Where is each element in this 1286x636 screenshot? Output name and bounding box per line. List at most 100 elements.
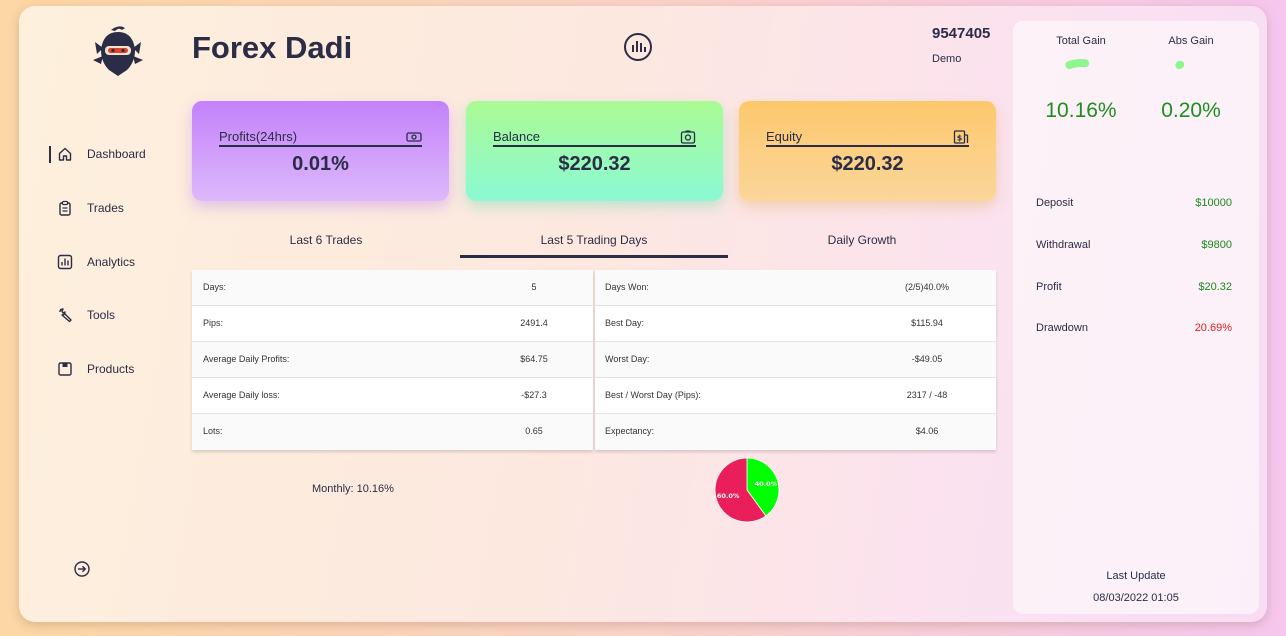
card-label: Balance (493, 129, 540, 144)
table-row: Lots: 0.65 (192, 414, 593, 450)
row-value: $4.06 (915, 426, 939, 436)
table-row: Best Day: $115.94 (595, 306, 996, 342)
row-label: Days: (203, 282, 227, 292)
card-label: Equity (766, 129, 803, 144)
sidebar-item-analytics[interactable]: Analytics (57, 250, 177, 274)
sidebar-item-dashboard[interactable]: Dashboard (49, 142, 169, 166)
cash-icon (406, 131, 422, 142)
stat-value: $9800 (1201, 239, 1232, 251)
tab-last-5-trading-days[interactable]: Last 5 Trading Days (460, 224, 728, 258)
stat-label: Deposit (1036, 197, 1074, 209)
stats-table-right: Days Won: (2/5)40.0% Best Day: $115.94 Wor… (595, 270, 996, 450)
account-number: 9547405 (932, 25, 991, 42)
account-type: Demo (932, 53, 962, 65)
card-label: Profits(24hrs) (219, 129, 298, 144)
sidebar-item-tools[interactable]: Tools (57, 303, 177, 327)
card-header: Equity $ (766, 129, 969, 147)
sidebar-item-trades[interactable]: Trades (57, 196, 177, 220)
stat-value: 20.69% (1194, 322, 1232, 334)
row-label: Average Daily Profits: (203, 354, 290, 364)
row-label: Lots: (203, 426, 223, 436)
row-value: -$27.3 (521, 390, 547, 400)
card-value: $220.32 (558, 153, 631, 175)
chart-toggle-icon[interactable] (623, 32, 653, 62)
profits-card: Profits(24hrs) 0.01% (192, 101, 449, 201)
active-indicator (49, 145, 51, 163)
row-value: $64.75 (520, 354, 548, 364)
days-won-pie-chart: 40.0% 60.0% (714, 457, 780, 523)
card-header: Balance (493, 129, 696, 147)
stat-value: $10000 (1195, 197, 1232, 209)
stat-label: Profit (1036, 281, 1062, 293)
table-row: Average Daily Profits: $64.75 (192, 342, 593, 378)
last-update-value: 08/03/2022 01:05 (1093, 592, 1179, 604)
stat-deposit: Deposit $10000 (1036, 197, 1232, 209)
row-value: 5 (531, 282, 537, 292)
tools-icon (59, 308, 72, 323)
pie-slice-label: 60.0% (717, 492, 740, 500)
row-label: Expectancy: (605, 426, 655, 436)
clipboard-icon (59, 200, 71, 216)
balance-card: Balance $220.32 (466, 101, 723, 201)
card-value: 0.01% (292, 153, 349, 175)
summary-panel: Total Gain Abs Gain 10.16% 0.20% Deposit… (1013, 21, 1259, 614)
row-value: $115.94 (911, 318, 943, 328)
abs-gain-label: Abs Gain (1168, 35, 1214, 47)
row-value: 2317 / -48 (906, 390, 948, 400)
tab-last-6-trades[interactable]: Last 6 Trades (192, 224, 460, 258)
abs-gain-value: 0.20% (1161, 99, 1221, 122)
box-icon (58, 362, 72, 376)
stat-label: Drawdown (1036, 322, 1088, 334)
table-row: Best / Worst Day (Pips): 2317 / -48 (595, 378, 996, 414)
page-title: Forex Dadi (192, 30, 353, 65)
row-label: Best Day: (605, 318, 645, 328)
sidebar-item-label: Tools (87, 308, 116, 322)
equity-card: Equity $ $220.32 (739, 101, 996, 201)
table-row: Days Won: (2/5)40.0% (595, 270, 996, 306)
pie-slice-label: 40.0% (755, 480, 778, 488)
table-row: Pips: 2491.4 (192, 306, 593, 342)
stat-profit: Profit $20.32 (1036, 281, 1232, 293)
abs-gain-gauge (1175, 60, 1185, 70)
stats-tabs: Last 6 Trades Last 5 Trading Days Daily … (192, 224, 996, 258)
total-gain-label: Total Gain (1056, 35, 1106, 47)
table-row: Average Daily loss: -$27.3 (192, 378, 593, 414)
sidebar-item-label: Analytics (87, 255, 136, 269)
card-value: $220.32 (831, 153, 904, 175)
row-value: 0.65 (525, 426, 543, 436)
stat-drawdown: Drawdown 20.69% (1036, 322, 1232, 334)
table-row: Days: 5 (192, 270, 593, 306)
row-value: 2491.4 (520, 318, 548, 328)
table-row: Worst Day: -$49.05 (595, 342, 996, 378)
sidebar-item-label: Trades (87, 201, 124, 215)
svg-text:$: $ (957, 133, 963, 142)
row-label: Worst Day: (605, 354, 650, 364)
row-value: -$49.05 (911, 354, 943, 364)
table-row: Expectancy: $4.06 (595, 414, 996, 450)
total-gain-value: 10.16% (1045, 99, 1117, 122)
bar-chart-icon (57, 254, 73, 270)
stat-value: $20.32 (1198, 281, 1232, 293)
sidebar-item-label: Dashboard (87, 147, 146, 161)
sidebar-item-label: Products (87, 362, 135, 376)
stat-label: Withdrawal (1036, 239, 1091, 251)
ninja-logo-icon (93, 26, 143, 76)
row-value: (2/5)40.0% (904, 282, 950, 292)
equity-icon: $ (953, 129, 969, 144)
home-icon (58, 147, 72, 161)
safe-icon (680, 130, 696, 144)
gauge-arc (1065, 59, 1090, 70)
row-label: Average Daily loss: (203, 390, 280, 400)
last-update-label: Last Update (1106, 570, 1166, 582)
stats-table-left: Days: 5 Pips: 2491.4 Average Daily Profits… (192, 270, 593, 450)
monthly-gain: Monthly: 10.16% (312, 483, 394, 495)
total-gain-gauge (1065, 59, 1090, 70)
row-label: Best / Worst Day (Pips): (605, 390, 701, 400)
tab-daily-growth[interactable]: Daily Growth (728, 224, 996, 258)
row-label: Days Won: (605, 282, 649, 292)
card-header: Profits(24hrs) (219, 129, 422, 147)
row-label: Pips: (203, 318, 224, 328)
stat-withdrawal: Withdrawal $9800 (1036, 239, 1232, 251)
sidebar-item-products[interactable]: Products (57, 357, 177, 381)
logout-icon[interactable] (73, 560, 91, 578)
